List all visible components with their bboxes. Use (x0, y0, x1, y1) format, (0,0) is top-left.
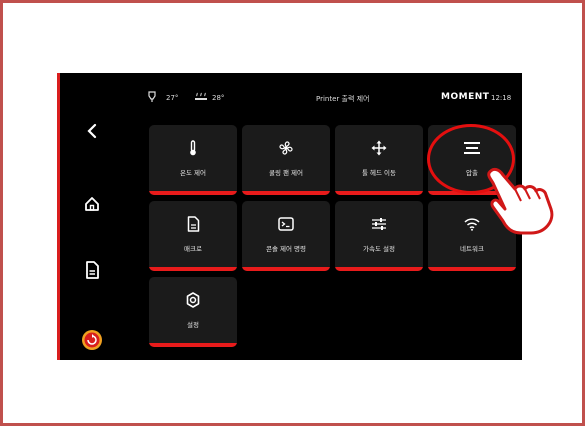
back-button[interactable] (80, 119, 104, 143)
emergency-stop-icon (82, 330, 102, 350)
tile-label: 네트워크 (460, 245, 484, 253)
tile-label: 매크로 (184, 245, 202, 253)
tile-label: 설정 (187, 321, 199, 329)
tile-accent-bar (149, 191, 237, 195)
wifi-icon (464, 218, 480, 231)
pointing-hand-icon (487, 167, 554, 235)
nozzle-icon (148, 91, 156, 102)
tile-toolhead-move[interactable]: 툴 헤드 이동 (335, 125, 423, 195)
page-title: Printer 출력 제어 (316, 95, 370, 103)
tile-macro[interactable]: 매크로 (149, 201, 237, 271)
bed-icon (195, 92, 207, 100)
tile-accent-bar (242, 191, 330, 195)
tile-accent-bar (149, 343, 237, 347)
files-button[interactable] (80, 258, 104, 282)
back-arrow-icon (87, 123, 97, 139)
gear-icon (186, 292, 200, 308)
home-button[interactable] (80, 192, 104, 216)
tile-cooling-fan[interactable]: 쿨링 팬 제어 (242, 125, 330, 195)
macro-file-icon (187, 216, 199, 232)
printer-screen: 27° 28° Printer 출력 제어 MOMENT 12:18 온도 제어… (57, 73, 522, 360)
move-icon (371, 140, 387, 156)
console-icon (278, 217, 294, 231)
tile-accent-bar (335, 191, 423, 195)
tile-accent-bar (149, 267, 237, 271)
emergency-stop-button[interactable] (80, 328, 104, 352)
bed-temp: 28° (212, 94, 225, 102)
tile-label: 콘솔 제어 명령 (265, 245, 306, 253)
home-icon (85, 197, 99, 211)
tile-accent-bar (242, 267, 330, 271)
status-bar: 27° 28° Printer 출력 제어 MOMENT 12:18 (60, 73, 522, 103)
brand-logo: MOMENT (441, 92, 490, 102)
tile-settings[interactable]: 설정 (149, 277, 237, 347)
tile-label: 온도 제어 (180, 169, 206, 177)
file-icon (86, 261, 99, 279)
thermometer-icon (190, 140, 196, 156)
tile-accent-bar (335, 267, 423, 271)
tile-console[interactable]: 콘솔 제어 명령 (242, 201, 330, 271)
tile-accent-bar (428, 267, 516, 271)
tile-acceleration[interactable]: 가속도 설정 (335, 201, 423, 271)
fan-icon (279, 141, 293, 155)
nozzle-temp: 27° (166, 94, 179, 102)
tile-label: 가속도 설정 (363, 245, 395, 253)
tile-label: 툴 헤드 이동 (361, 169, 397, 177)
clock: 12:18 (491, 94, 512, 102)
tile-label: 쿨링 팬 제어 (268, 169, 304, 177)
tile-temperature[interactable]: 온도 제어 (149, 125, 237, 195)
sliders-icon (372, 218, 386, 230)
